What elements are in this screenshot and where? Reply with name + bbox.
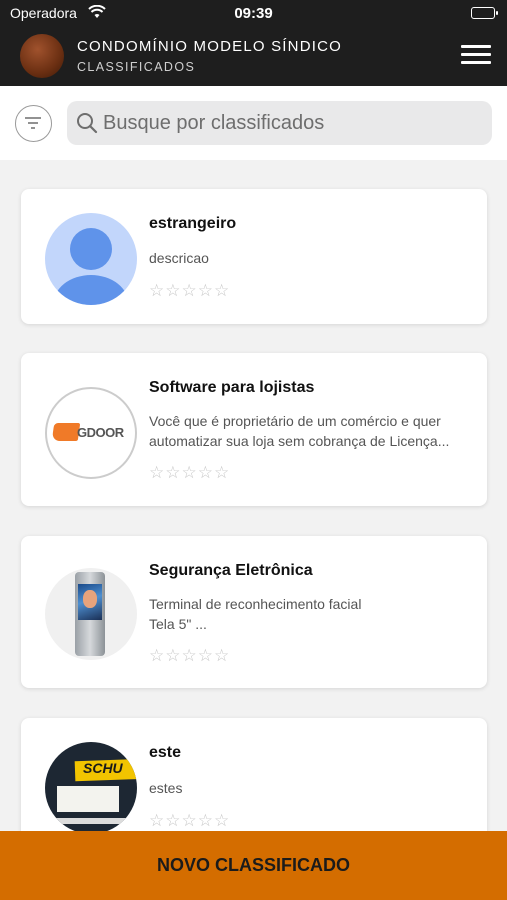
- star-empty-icon[interactable]: ☆: [182, 646, 197, 666]
- listing-description: Terminal de reconhecimento facial Tela 5…: [149, 596, 362, 632]
- hamburger-menu-icon[interactable]: [461, 45, 491, 67]
- status-bar: Operadora 09:39: [0, 0, 507, 26]
- listing-title: Software para lojistas: [149, 379, 315, 396]
- logo-brand-text: GDOOR: [77, 425, 124, 440]
- default-user-avatar-icon: [45, 213, 137, 305]
- app-header: Operadora 09:39 CONDOMÍNIO MODELO SÍNDIC…: [0, 0, 507, 86]
- rating-stars[interactable]: ☆☆☆☆☆: [149, 281, 230, 301]
- star-empty-icon[interactable]: ☆: [214, 811, 229, 831]
- star-empty-icon[interactable]: ☆: [149, 463, 164, 483]
- package-brand-text: SCHU: [83, 760, 123, 776]
- star-empty-icon[interactable]: ☆: [149, 646, 164, 666]
- listing-title: estrangeiro: [149, 215, 237, 232]
- star-empty-icon[interactable]: ☆: [182, 463, 197, 483]
- star-empty-icon[interactable]: ☆: [198, 463, 213, 483]
- star-empty-icon[interactable]: ☆: [198, 811, 213, 831]
- list-item[interactable]: estrangeiro descricao ☆☆☆☆☆: [21, 189, 487, 324]
- star-empty-icon[interactable]: ☆: [149, 281, 164, 301]
- battery-icon: [471, 7, 498, 19]
- page-title: CONDOMÍNIO MODELO SÍNDICO: [77, 38, 343, 55]
- page-subtitle: CLASSIFICADOS: [77, 60, 196, 74]
- star-empty-icon[interactable]: ☆: [214, 281, 229, 301]
- star-empty-icon[interactable]: ☆: [198, 646, 213, 666]
- rating-stars[interactable]: ☆☆☆☆☆: [149, 463, 230, 483]
- search-field[interactable]: [67, 101, 492, 145]
- star-empty-icon[interactable]: ☆: [165, 646, 180, 666]
- filter-icon: [25, 117, 41, 129]
- search-icon: [77, 113, 98, 134]
- search-input[interactable]: [103, 101, 483, 145]
- star-empty-icon[interactable]: ☆: [149, 811, 164, 831]
- condo-avatar[interactable]: [20, 34, 64, 78]
- star-empty-icon[interactable]: ☆: [214, 463, 229, 483]
- facial-recognition-terminal-image: [45, 568, 137, 660]
- listing-description: descricao: [149, 250, 209, 266]
- listing-description: estes: [149, 780, 183, 796]
- listing-description: Você que é proprietário de um comércio e…: [149, 413, 450, 449]
- clock: 09:39: [234, 5, 273, 22]
- star-empty-icon[interactable]: ☆: [165, 463, 180, 483]
- list-item[interactable]: Segurança Eletrônica Terminal de reconhe…: [21, 536, 487, 688]
- star-empty-icon[interactable]: ☆: [182, 811, 197, 831]
- star-empty-icon[interactable]: ☆: [198, 281, 213, 301]
- new-classified-button[interactable]: NOVO CLASSIFICADO: [0, 831, 507, 900]
- search-bar: [0, 86, 507, 160]
- star-empty-icon[interactable]: ☆: [165, 811, 180, 831]
- listing-title: este: [149, 744, 182, 761]
- product-package-image: SCHU: [45, 742, 137, 834]
- filter-button[interactable]: [15, 105, 52, 142]
- star-empty-icon[interactable]: ☆: [182, 281, 197, 301]
- listing-title: Segurança Eletrônica: [149, 562, 313, 579]
- star-empty-icon[interactable]: ☆: [165, 281, 180, 301]
- star-empty-icon[interactable]: ☆: [214, 646, 229, 666]
- list-item[interactable]: GDOOR Software para lojistas Você que é …: [21, 353, 487, 506]
- rating-stars[interactable]: ☆☆☆☆☆: [149, 646, 230, 666]
- gdoor-logo: GDOOR: [45, 387, 137, 479]
- rating-stars[interactable]: ☆☆☆☆☆: [149, 811, 230, 831]
